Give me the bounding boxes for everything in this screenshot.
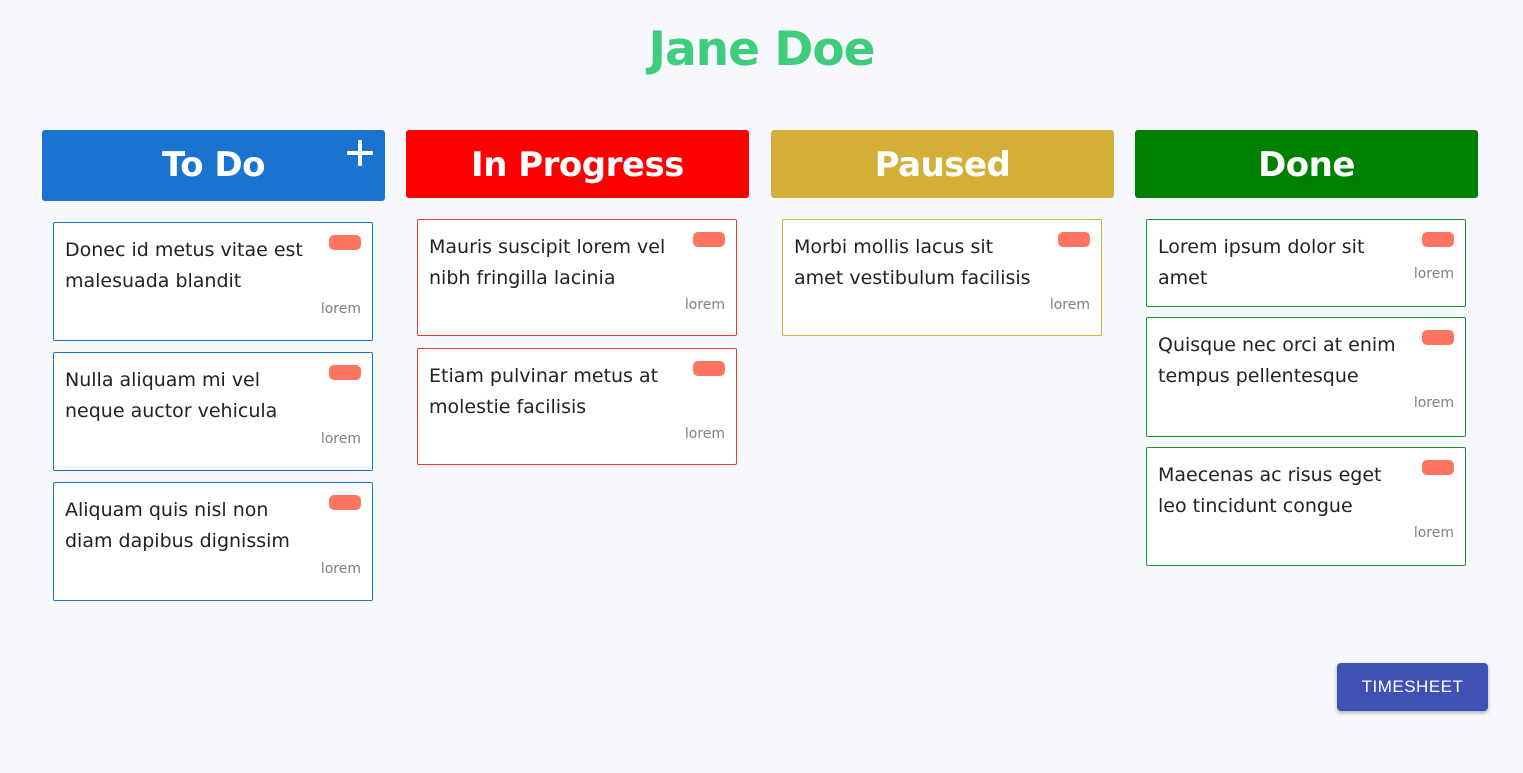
column-title: In Progress (471, 145, 684, 185)
kanban-board: Jane Doe To Do Donec id metus vitae est … (0, 0, 1523, 773)
card-tag: lorem (320, 561, 361, 577)
card-flag[interactable] (329, 365, 361, 380)
task-card[interactable]: Morbi mollis lacus sit amet vestibulum f… (782, 219, 1102, 336)
card-tag: lorem (1413, 395, 1454, 411)
card-flag[interactable] (1422, 460, 1454, 475)
card-tag: lorem (320, 301, 361, 317)
card-tag: lorem (1413, 525, 1454, 541)
task-card[interactable]: Etiam pulvinar metus at molestie facilis… (417, 348, 737, 465)
card-title: Etiam pulvinar metus at molestie facilis… (429, 365, 659, 418)
card-tag: lorem (1049, 297, 1090, 313)
task-card[interactable]: Quisque nec orci at enim tempus pellente… (1146, 317, 1466, 437)
task-card[interactable]: Nulla aliquam mi vel neque auctor vehicu… (53, 352, 373, 471)
column-header-todo: To Do (42, 130, 385, 201)
card-flag[interactable] (693, 361, 725, 376)
column-header-paused: Paused (771, 130, 1114, 198)
card-title: Mauris suscipit lorem vel nibh fringilla… (429, 236, 666, 289)
plus-icon[interactable] (347, 140, 373, 166)
card-tag: lorem (684, 297, 725, 313)
card-tag: lorem (320, 431, 361, 447)
card-title: Donec id metus vitae est malesuada bland… (65, 239, 303, 292)
column-title: To Do (162, 145, 265, 185)
task-card[interactable]: Donec id metus vitae est malesuada bland… (53, 222, 373, 341)
column-in-progress: In Progress Mauris suscipit lorem vel ni… (406, 130, 749, 465)
card-flag[interactable] (1422, 330, 1454, 345)
column-todo: To Do Donec id metus vitae est malesuada… (42, 130, 385, 601)
card-flag[interactable] (329, 235, 361, 250)
column-header-done: Done (1135, 130, 1478, 198)
card-flag[interactable] (1422, 232, 1454, 247)
column-header-in-progress: In Progress (406, 130, 749, 198)
card-title: Quisque nec orci at enim tempus pellente… (1158, 334, 1396, 387)
task-card[interactable]: Lorem ipsum dolor sit amet lorem (1146, 219, 1466, 307)
timesheet-button[interactable]: TIMESHEET (1337, 663, 1488, 711)
column-title: Done (1258, 145, 1355, 185)
task-card[interactable]: Maecenas ac risus eget leo tincidunt con… (1146, 447, 1466, 566)
column-paused: Paused Morbi mollis lacus sit amet vesti… (771, 130, 1114, 336)
card-tag: lorem (684, 426, 725, 442)
card-title: Lorem ipsum dolor sit amet (1158, 236, 1365, 289)
column-done: Done Lorem ipsum dolor sit amet lorem Qu… (1135, 130, 1478, 566)
card-flag[interactable] (329, 495, 361, 510)
card-tag: lorem (1413, 266, 1454, 282)
page-title: Jane Doe (648, 22, 875, 77)
card-flag[interactable] (693, 232, 725, 247)
column-title: Paused (874, 145, 1011, 185)
card-title: Maecenas ac risus eget leo tincidunt con… (1158, 464, 1382, 517)
card-title: Morbi mollis lacus sit amet vestibulum f… (794, 236, 1031, 289)
task-card[interactable]: Aliquam quis nisl non diam dapibus digni… (53, 482, 373, 601)
card-title: Aliquam quis nisl non diam dapibus digni… (65, 499, 290, 552)
task-card[interactable]: Mauris suscipit lorem vel nibh fringilla… (417, 219, 737, 336)
card-title: Nulla aliquam mi vel neque auctor vehicu… (65, 369, 278, 422)
card-flag[interactable] (1058, 232, 1090, 247)
